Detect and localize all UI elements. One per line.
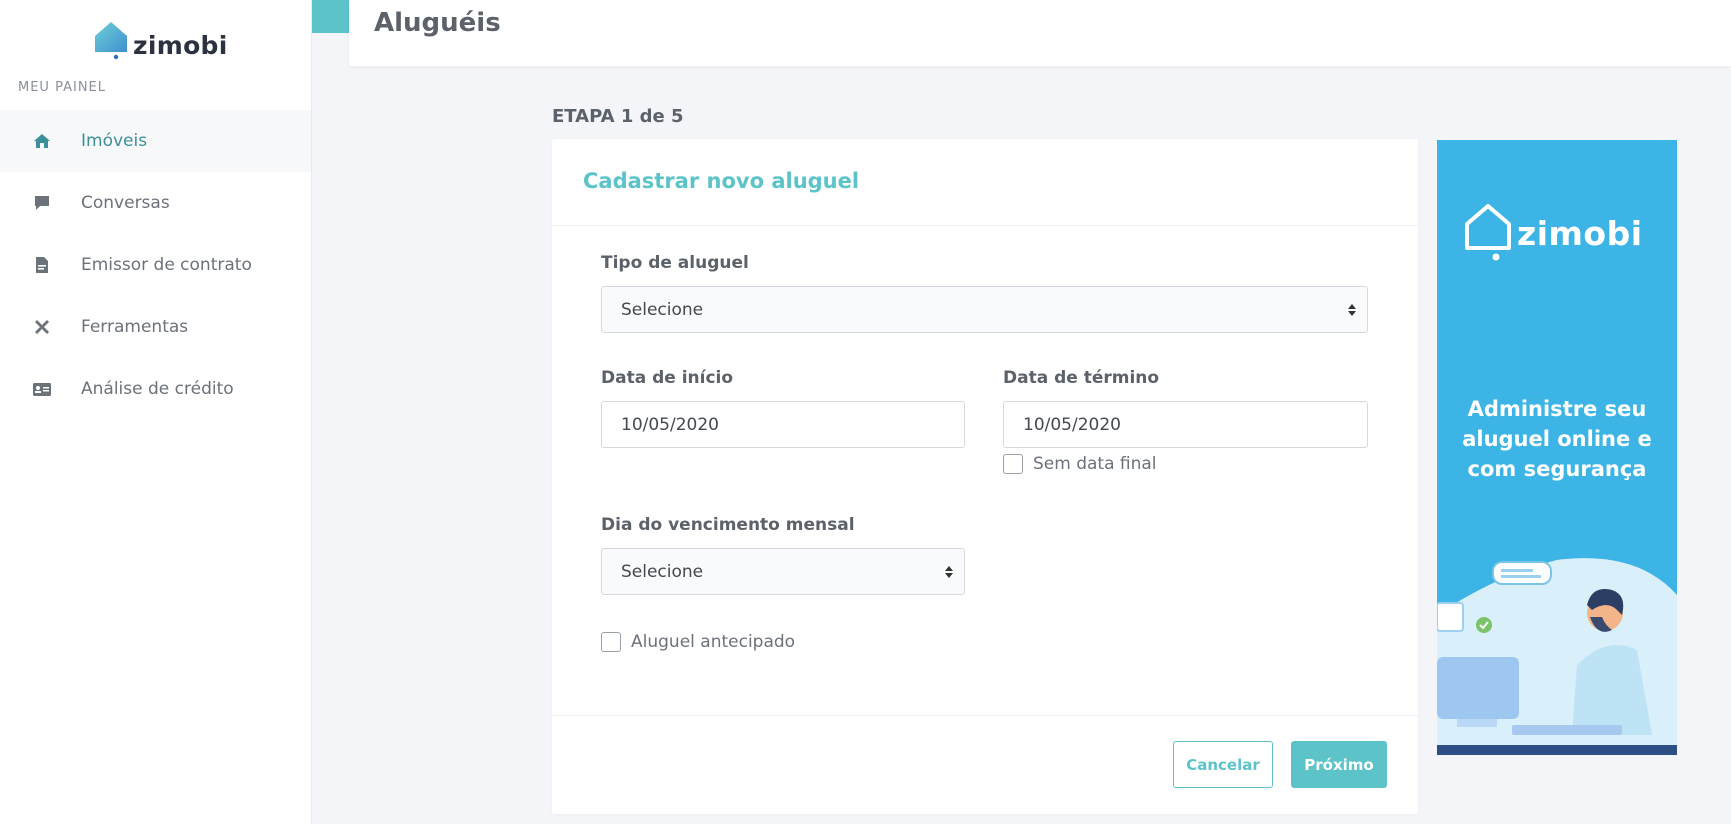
card-footer: Cancelar Próximo	[552, 715, 1418, 814]
sidebar: zimobi MEU PAINEL Imóveis Conversas Emis…	[0, 0, 312, 824]
select-arrows-icon	[945, 566, 953, 578]
sidebar-item-analise-de-credito[interactable]: Análise de crédito	[0, 358, 311, 420]
form-title: Cadastrar novo aluguel	[583, 169, 860, 193]
select-arrows-icon	[1348, 304, 1356, 316]
end-date-input[interactable]: 10/05/2020	[1003, 401, 1368, 448]
cancel-button[interactable]: Cancelar	[1173, 741, 1273, 788]
brand-logo[interactable]: zimobi	[92, 20, 228, 60]
due-day-label: Dia do vencimento mensal	[601, 515, 855, 535]
no-end-date-label: Sem data final	[1033, 454, 1157, 474]
sidebar-item-label: Ferramentas	[81, 317, 189, 337]
page-header: Aluguéis	[349, 0, 1731, 66]
sidebar-item-imoveis[interactable]: Imóveis	[0, 110, 311, 172]
sidebar-item-label: Emissor de contrato	[81, 255, 252, 275]
rental-type-select[interactable]: Selecione	[601, 286, 1368, 333]
ad-brand-logo: zimobi	[1463, 202, 1643, 264]
chat-icon	[32, 193, 52, 213]
checkbox-box[interactable]	[1003, 454, 1023, 474]
step-indicator: ETAPA 1 de 5	[552, 106, 684, 127]
person-at-computer-illustration	[1437, 558, 1677, 755]
ad-headline: Administre seu aluguel online e com segu…	[1462, 397, 1652, 481]
brand-name: zimobi	[133, 31, 228, 60]
promo-banner[interactable]: zimobi Administre seu aluguel online e c…	[1437, 140, 1677, 755]
house-outline-icon	[1465, 204, 1511, 261]
sidebar-item-emissor-de-contrato[interactable]: Emissor de contrato	[0, 234, 311, 296]
rental-form-card: Cadastrar novo aluguel Tipo de aluguel S…	[552, 139, 1418, 814]
no-end-date-checkbox[interactable]: Sem data final	[1003, 454, 1157, 474]
end-date-value: 10/05/2020	[1023, 414, 1121, 435]
house-logo-icon	[95, 22, 127, 60]
ad-brand-name: zimobi	[1517, 213, 1643, 253]
start-date-label: Data de início	[601, 368, 734, 388]
id-card-icon	[32, 379, 52, 399]
sidebar-item-conversas[interactable]: Conversas	[0, 172, 311, 234]
checkbox-box[interactable]	[601, 632, 621, 652]
header-accent-tab	[312, 0, 349, 33]
tools-icon	[32, 317, 52, 337]
due-day-value: Selecione	[621, 561, 704, 582]
panel-label: MEU PAINEL	[18, 80, 106, 95]
advance-rent-label: Aluguel antecipado	[631, 632, 796, 652]
rental-type-label: Tipo de aluguel	[601, 253, 749, 273]
end-date-label: Data de término	[1003, 368, 1160, 388]
start-date-value: 10/05/2020	[621, 414, 719, 435]
page-title: Aluguéis	[374, 8, 501, 38]
sidebar-item-label: Análise de crédito	[81, 379, 234, 399]
sidebar-item-label: Imóveis	[81, 131, 148, 151]
sidebar-item-ferramentas[interactable]: Ferramentas	[0, 296, 311, 358]
rental-type-value: Selecione	[621, 299, 704, 320]
document-icon	[32, 255, 52, 275]
sidebar-item-label: Conversas	[81, 193, 170, 213]
home-icon	[32, 131, 52, 151]
sidebar-nav: Imóveis Conversas Emissor de contrato Fe…	[0, 110, 311, 420]
card-header: Cadastrar novo aluguel	[552, 139, 1418, 226]
start-date-input[interactable]: 10/05/2020	[601, 401, 965, 448]
advance-rent-checkbox[interactable]: Aluguel antecipado	[601, 632, 795, 652]
due-day-select[interactable]: Selecione	[601, 548, 965, 595]
next-button[interactable]: Próximo	[1291, 741, 1387, 788]
